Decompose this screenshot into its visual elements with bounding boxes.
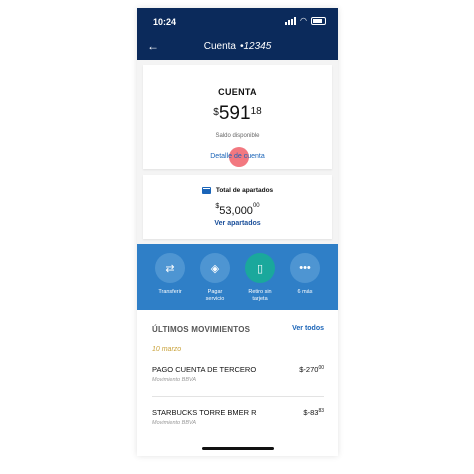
pay-service-label: Pagar servicio bbox=[205, 289, 225, 302]
cardless-withdrawal-action[interactable]: ▯ Retiro sin tarjeta bbox=[237, 253, 283, 302]
see-savings-link[interactable]: Ver apartados bbox=[143, 220, 332, 227]
wallet-icon bbox=[201, 187, 211, 194]
movement-amount-cents: 00 bbox=[318, 365, 324, 371]
savings-title-row: Total de apartados bbox=[143, 187, 332, 194]
movement-amount-int: -270 bbox=[303, 365, 319, 374]
status-time: 10:24 bbox=[153, 17, 177, 27]
savings-amount-int: 53,000 bbox=[219, 205, 253, 217]
transfer-action[interactable]: ⇄ Transferir bbox=[147, 253, 193, 296]
more-icon: ••• bbox=[290, 253, 320, 283]
account-card-title: CUENTA bbox=[218, 87, 257, 97]
balance-label: Saldo disponible bbox=[215, 133, 260, 139]
page-title: Cuenta •12345 bbox=[137, 41, 338, 52]
account-number: •12345 bbox=[239, 41, 272, 52]
movements-title: ÚLTIMOS MOVIMIENTOS bbox=[152, 325, 251, 334]
page-title-text: Cuenta bbox=[203, 41, 236, 52]
account-balance: $59118 bbox=[143, 103, 332, 125]
balance-currency: $ bbox=[213, 107, 219, 118]
more-actions-label: 6 más bbox=[297, 289, 313, 295]
movement-date: 10 marzo bbox=[152, 346, 182, 353]
home-indicator bbox=[202, 447, 274, 450]
movement-amount-int: -83 bbox=[307, 408, 319, 417]
movement-amount: $-27000 bbox=[299, 365, 324, 374]
status-icons: ◠ bbox=[285, 17, 326, 25]
transfer-label: Transferir bbox=[158, 289, 182, 295]
wifi-icon: ◠ bbox=[300, 16, 307, 25]
phone-cash-icon: ▯ bbox=[245, 253, 275, 283]
transfer-icon: ⇄ bbox=[155, 253, 185, 283]
savings-title: Total de apartados bbox=[215, 187, 274, 194]
movement-name: PAGO CUENTA DE TERCERO bbox=[152, 365, 257, 374]
quick-actions-bar: ⇄ Transferir ◈ Pagar servicio ▯ Retiro s… bbox=[137, 244, 338, 310]
phone-screen: 10:24 ◠ ← Cuenta •12345 CUENTA $59118 Sal… bbox=[137, 8, 338, 456]
movement-item[interactable]: PAGO CUENTA DE TERCERO Movimiento BBVA $… bbox=[152, 365, 324, 383]
savings-amount: $53,00000 bbox=[143, 201, 332, 219]
signal-icon bbox=[285, 17, 297, 25]
app-header: 10:24 ◠ ← Cuenta •12345 bbox=[137, 8, 338, 60]
cardless-withdrawal-label: Retiro sin tarjeta bbox=[248, 289, 272, 302]
account-card: CUENTA $59118 Saldo disponible Detalle d… bbox=[143, 65, 332, 169]
tag-icon: ◈ bbox=[200, 253, 230, 283]
savings-amount-cents: 00 bbox=[252, 203, 260, 209]
pay-service-action[interactable]: ◈ Pagar servicio bbox=[192, 253, 238, 302]
savings-currency: $ bbox=[215, 203, 220, 210]
battery-icon bbox=[311, 17, 326, 25]
movement-source: Movimiento BBVA bbox=[152, 420, 197, 426]
movement-item[interactable]: STARBUCKS TORRE BMER R Movimiento BBVA $… bbox=[152, 408, 324, 426]
see-all-link[interactable]: Ver todos bbox=[292, 325, 324, 332]
divider bbox=[152, 396, 324, 397]
balance-amount: 591 bbox=[218, 103, 251, 124]
recent-movements: ÚLTIMOS MOVIMIENTOS Ver todos 10 marzo P… bbox=[137, 310, 338, 456]
balance-cents: 18 bbox=[250, 106, 262, 117]
account-detail-link[interactable]: Detalle de cuenta bbox=[143, 153, 332, 160]
movement-source: Movimiento BBVA bbox=[152, 377, 197, 383]
movement-amount-cents: 83 bbox=[318, 408, 324, 414]
movement-name: STARBUCKS TORRE BMER R bbox=[152, 408, 257, 417]
movement-amount: $-8383 bbox=[303, 408, 324, 417]
more-actions[interactable]: ••• 6 más bbox=[282, 253, 328, 296]
savings-card: Total de apartados $53,00000 Ver apartad… bbox=[143, 175, 332, 239]
